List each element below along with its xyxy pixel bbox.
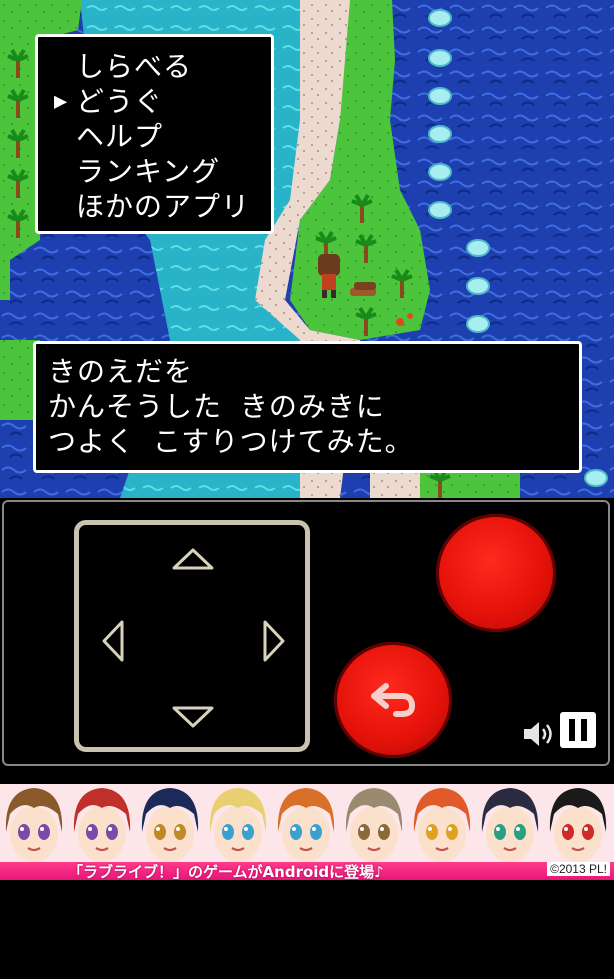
character-face: [136, 784, 206, 864]
back-button[interactable]: [334, 642, 452, 758]
left-arrow-icon[interactable]: [101, 619, 125, 663]
down-arrow-icon[interactable]: [171, 705, 215, 729]
menu-cursor: ▶: [54, 89, 69, 114]
menu-item-items[interactable]: ▶ どうぐ: [54, 84, 271, 119]
pause-button[interactable]: [560, 712, 596, 748]
message-line: きのえだを: [48, 355, 194, 388]
pause-icon: [569, 719, 575, 741]
character-face: [340, 784, 410, 864]
sound-icon[interactable]: [522, 720, 556, 748]
command-menu: しらべる ▶ どうぐ ヘルプ ランキング ほかのアプリ: [35, 34, 274, 234]
menu-item-ranking[interactable]: ランキング: [76, 154, 271, 189]
controller-panel: [0, 498, 614, 770]
dpad: [74, 520, 310, 752]
menu-item-examine[interactable]: しらべる: [76, 49, 271, 84]
banner-copyright: ©2013 PL!: [547, 862, 610, 876]
character-face: [204, 784, 274, 864]
up-arrow-icon[interactable]: [171, 547, 215, 571]
menu-item-help[interactable]: ヘルプ: [76, 119, 271, 154]
character-face: [272, 784, 342, 864]
character-face: [0, 784, 70, 864]
banner-text: 「ラブライブ！」のゲームがAndroidに登場♪: [68, 863, 384, 880]
a-button[interactable]: [436, 514, 556, 632]
pause-icon-bar: [581, 719, 587, 741]
right-arrow-icon[interactable]: [262, 619, 286, 663]
character-face: [68, 784, 138, 864]
message-line: つよく こすりつけてみた。: [48, 425, 414, 458]
character-face: [476, 784, 546, 864]
message-line: かんそうした きのみきに: [48, 390, 385, 423]
back-arrow-icon: [371, 683, 416, 717]
character-face: [544, 784, 614, 864]
controller-frame: [2, 500, 610, 766]
message-window[interactable]: きのえだを かんそうした きのみきに つよく こすりつけてみた。: [33, 341, 582, 473]
ad-banner[interactable]: 「ラブライブ！」のゲームがAndroidに登場♪ ©2013 PL!: [0, 784, 614, 880]
character-face: [408, 784, 478, 864]
menu-item-other-apps[interactable]: ほかのアプリ: [76, 189, 271, 224]
